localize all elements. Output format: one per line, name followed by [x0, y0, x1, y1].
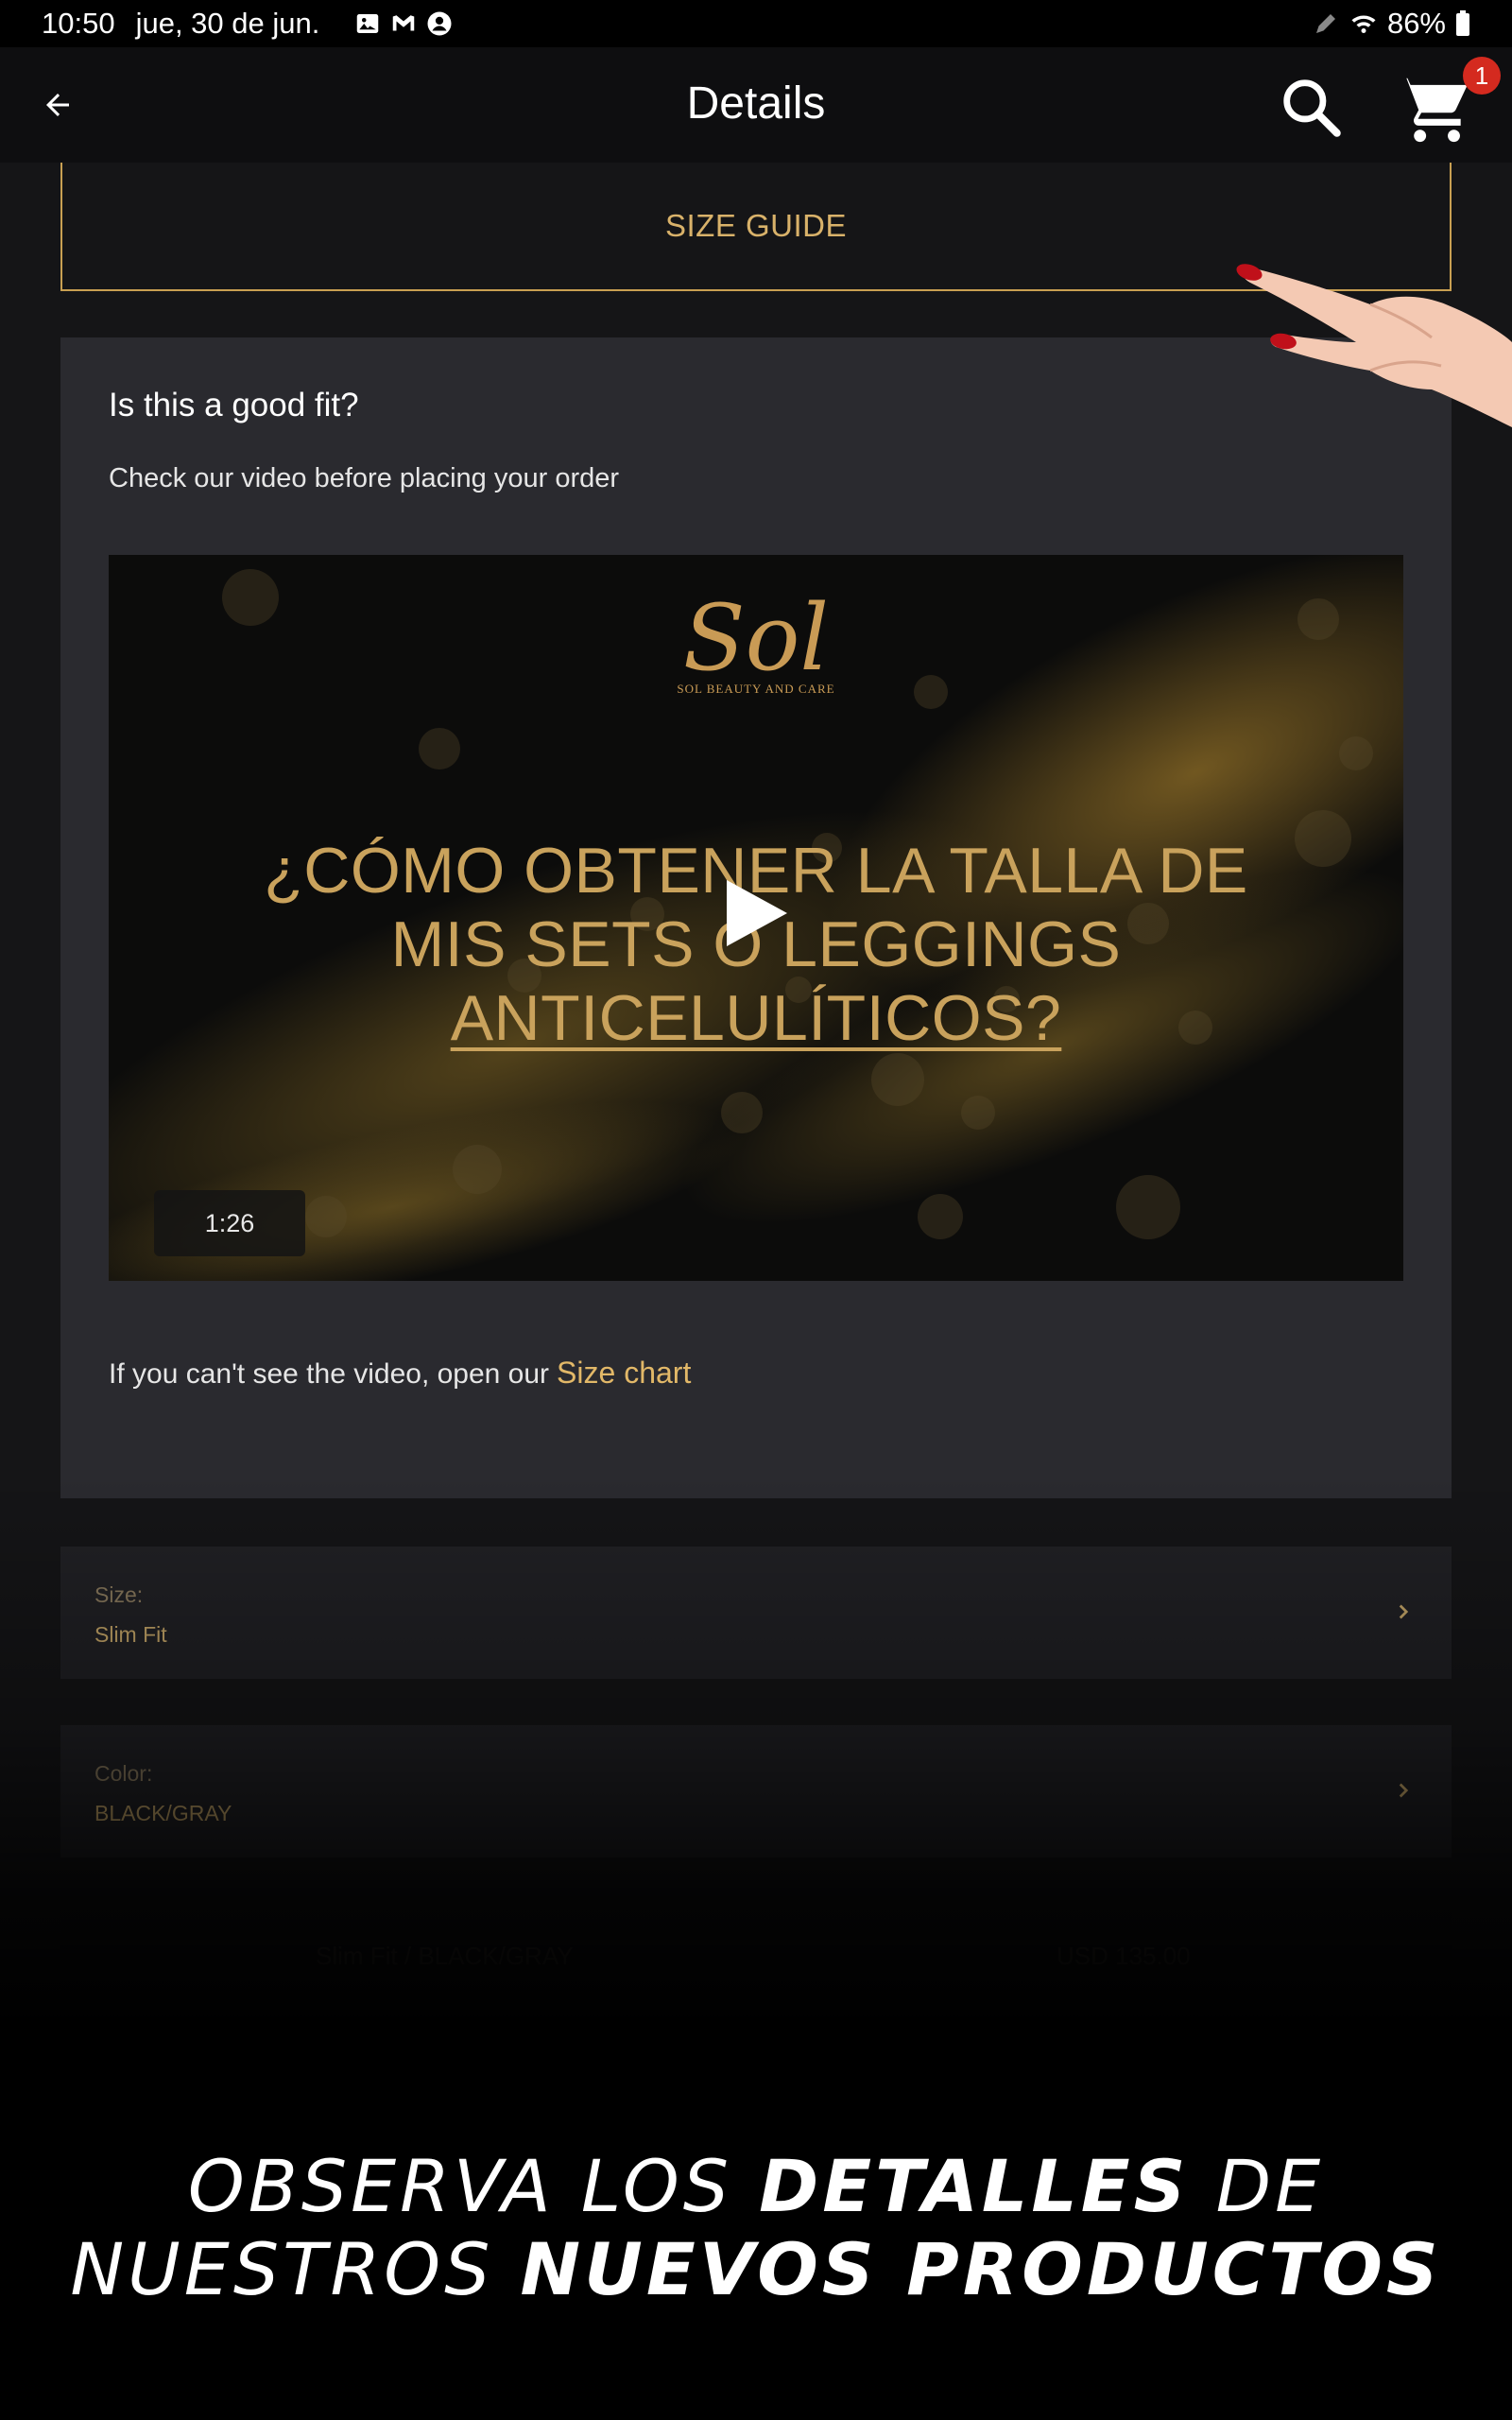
gmail-icon: [393, 15, 415, 31]
footer-text: If you can't see the video, open our: [109, 1358, 550, 1390]
status-right: 86%: [1312, 7, 1470, 41]
chevron-right-icon: [1399, 1783, 1409, 1798]
search-button[interactable]: [1276, 72, 1346, 142]
video-duration: 1:26: [154, 1190, 305, 1256]
pointing-hand-illustration: [1236, 264, 1512, 427]
promo-line-1: OBSERVA LOS DETALLES DE: [0, 2144, 1512, 2228]
option-value: Slim Fit: [94, 1622, 167, 1647]
fit-card-title: Is this a good fit?: [109, 387, 359, 424]
cart-count-badge: 1: [1463, 57, 1501, 95]
option-value: BLACK/GRAY: [94, 1801, 232, 1825]
status-bar: 10:50 jue, 30 de jun. 86%: [0, 0, 1512, 47]
color-option-row[interactable]: Color: BLACK/GRAY: [60, 1725, 1452, 1858]
battery-percent: 86%: [1386, 7, 1446, 40]
status-date: jue, 30 de jun.: [135, 7, 320, 40]
pen-icon: [1315, 14, 1335, 33]
variant-row[interactable]: Slim Fit / BLACK/GRAY USD 135.00: [60, 1904, 1452, 2008]
video-player[interactable]: Sol SOL BEAUTY AND CARE ¿CÓMO OBTENER LA…: [109, 555, 1403, 1281]
fit-card-subtitle: Check our video before placing your orde…: [109, 463, 620, 493]
screen: 10:50 jue, 30 de jun. 86% Details 1 SIZE…: [0, 0, 1512, 2032]
fit-card: Is this a good fit? Check our video befo…: [60, 337, 1452, 1498]
back-arrow-icon: [46, 94, 69, 116]
promo-line-2: NUESTROS NUEVOS PRODUCTOS: [0, 2227, 1512, 2311]
battery-icon: [1456, 10, 1469, 36]
back-button[interactable]: [36, 83, 79, 127]
option-label: Color:: [94, 1761, 153, 1786]
play-icon[interactable]: [723, 876, 791, 950]
status-time: 10:50: [42, 7, 115, 40]
size-option-row[interactable]: Size: Slim Fit: [60, 1547, 1452, 1679]
fit-card-footer: If you can't see the video, open our Siz…: [109, 1356, 691, 1391]
logo-subtext: SOL BEAUTY AND CARE: [677, 682, 835, 696]
chevron-right-icon: [1399, 1604, 1409, 1619]
promo-line-2-bold: NUEVOS PRODUCTOS: [520, 2227, 1442, 2311]
promo-line-1-light-2: DE: [1215, 2144, 1325, 2228]
status-left: 10:50 jue, 30 de jun.: [42, 7, 454, 41]
notification-icons: [353, 9, 454, 38]
promo-banner: OBSERVA LOS DETALLES DE NUESTROS NUEVOS …: [0, 2032, 1512, 2420]
account-icon: [427, 11, 452, 36]
app-bar: Details: [0, 47, 1512, 163]
promo-line-2-light: NUESTROS: [70, 2227, 494, 2311]
variant-price: USD 135.00: [1057, 1942, 1191, 1970]
wifi-icon: [1351, 15, 1376, 33]
promo-line-1-bold: DETALLES: [759, 2144, 1190, 2228]
logo-script: Sol: [682, 585, 830, 691]
size-chart-link[interactable]: Size chart: [557, 1356, 691, 1391]
promo-line-1-light: OBSERVA LOS: [187, 2144, 732, 2228]
brand-logo: Sol SOL BEAUTY AND CARE: [109, 593, 1403, 697]
headline-line-3: ANTICELULÍTICOS?: [450, 982, 1062, 1054]
gallery-icon: [357, 14, 379, 33]
search-icon: [1283, 79, 1341, 137]
option-label: Size:: [94, 1582, 144, 1607]
variant-name: Slim Fit / BLACK/GRAY: [316, 1942, 574, 1970]
